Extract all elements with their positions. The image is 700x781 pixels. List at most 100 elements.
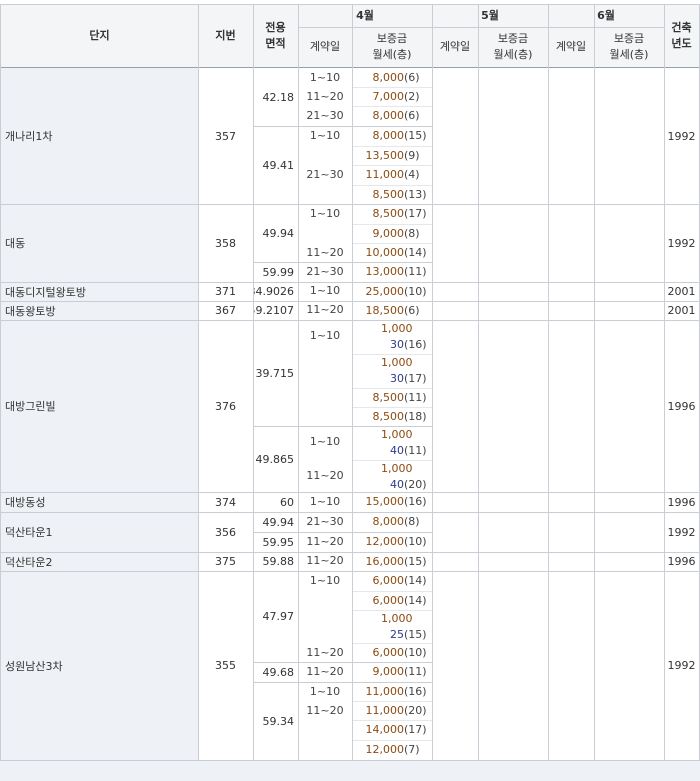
header-price-line1: 보증금 <box>613 32 645 45</box>
complex-name: 성원남산3차 <box>1 571 198 760</box>
complex-build-year: 2001 <box>667 285 696 298</box>
floor-value: (16) <box>404 495 427 508</box>
grid-line <box>352 87 432 88</box>
complex-name: 덕산타운1 <box>1 512 198 552</box>
transaction-table: 단지 지번 전용 면적 4월 5월 6월 건축 년도 계약일 보증금 월세(층)… <box>0 0 700 781</box>
grid-line <box>0 204 700 205</box>
complex-lot: 356 <box>215 525 236 539</box>
grid-line <box>253 682 432 683</box>
header-month-june: 6월 <box>548 5 664 27</box>
deposit-value: 14,000 <box>365 723 405 736</box>
price-cell: 13,500(9) <box>352 146 432 165</box>
grid-line <box>352 591 432 592</box>
floor-value: (6) <box>404 109 420 122</box>
price-cell: 1,000 40(20) <box>352 460 432 492</box>
price-cell: 9,000(11) <box>352 662 432 682</box>
contract-date: 1~10 <box>309 329 341 342</box>
deposit-value: 8,500 <box>372 391 405 404</box>
grid-line <box>352 740 432 741</box>
complex-build-year: 2001 <box>667 304 696 317</box>
complex-name: 덕산타운2 <box>1 552 198 571</box>
grid-line <box>478 4 479 760</box>
deposit-value: 6,000 <box>372 646 405 659</box>
deposit-value: 12,000 <box>365 743 405 756</box>
complex-name: 대동디지털왕토방 <box>1 282 198 301</box>
area-cell: 49.94 <box>262 515 295 529</box>
header-price-line2: 월세(층) <box>493 48 533 61</box>
complex-build-year: 1992 <box>667 659 696 672</box>
monthly-rent-value: 30 <box>390 338 404 351</box>
deposit-value: 11,000 <box>365 685 405 698</box>
deposit-value: 18,500 <box>365 304 405 317</box>
complex-lot: 375 <box>215 555 236 568</box>
floor-value: (17) <box>404 723 427 736</box>
grid-line <box>253 4 254 760</box>
area-cell: 59.99 <box>262 265 295 279</box>
deposit-value: 8,000 <box>372 109 405 122</box>
deposit-value: 1,000 <box>381 462 413 475</box>
header-date-june: 계약일 <box>548 27 594 67</box>
deposit-value: 9,000 <box>372 227 405 240</box>
grid-line <box>253 126 432 127</box>
deposit-value: 13,000 <box>365 265 405 278</box>
grid-line <box>664 4 665 760</box>
contract-date: 1~10 <box>309 207 341 220</box>
grid-line <box>352 354 432 355</box>
deposit-value: 8,000 <box>372 71 405 84</box>
price-cell: 11,000(20) <box>352 701 432 720</box>
grid-line <box>352 643 432 644</box>
grid-line <box>352 407 432 408</box>
grid-line <box>0 282 700 283</box>
complex-name: 대동왕토방 <box>1 301 198 320</box>
header-price-line1: 보증금 <box>497 32 529 45</box>
area-cell: 49.865 <box>255 452 295 466</box>
price-cell: 8,500(17) <box>352 204 432 224</box>
floor-value: (16) <box>404 338 427 351</box>
complex-build-year: 1996 <box>667 495 696 509</box>
price-cell: 11,000(16) <box>352 682 432 702</box>
price-cell: 25,000(10) <box>352 282 432 301</box>
floor-value: (4) <box>404 168 420 181</box>
deposit-value: 1,000 <box>381 428 413 441</box>
deposit-value: 1,000 <box>381 322 413 335</box>
floor-value: (20) <box>404 704 427 717</box>
deposit-value: 15,000 <box>365 495 405 508</box>
area-cell: 60 <box>280 495 294 509</box>
price-cell: 8,000(6) <box>352 106 432 126</box>
contract-date: 11~20 <box>306 646 344 659</box>
price-cell: 12,000(7) <box>352 740 432 760</box>
header-month-may: 5월 <box>432 5 548 27</box>
complex-lot: 357 <box>215 129 236 143</box>
area-cell: 49.41 <box>262 158 295 172</box>
floor-value: (18) <box>404 410 427 423</box>
area-cell: 59.34 <box>262 714 295 728</box>
price-cell: 1,000 30(17) <box>352 354 432 388</box>
contract-date: 1~10 <box>309 435 341 448</box>
contract-date: 11~20 <box>306 535 344 548</box>
area-cell: 49.94 <box>262 226 295 240</box>
floor-value: (6) <box>404 304 420 317</box>
floor-value: (9) <box>404 149 420 162</box>
contract-date: 1~10 <box>309 129 341 142</box>
grid-line <box>352 185 432 186</box>
price-cell: 13,000(11) <box>352 262 432 282</box>
header-area: 전용 면적 <box>253 5 298 67</box>
complex-build-year: 1992 <box>667 129 696 143</box>
deposit-value: 10,000 <box>365 246 405 259</box>
price-cell: 1,000 30(16) <box>352 320 432 354</box>
grid-line <box>0 301 700 302</box>
floor-value: (8) <box>404 227 420 240</box>
floor-value: (6) <box>404 71 420 84</box>
price-cell: 16,000(15) <box>352 552 432 571</box>
price-cell: 1,000 25(15) <box>352 610 432 643</box>
complex-name: 대동 <box>1 204 198 282</box>
deposit-value: 16,000 <box>365 555 405 568</box>
complex-lot: 355 <box>215 659 236 672</box>
grid-line <box>352 720 432 721</box>
price-cell: 8,500(18) <box>352 407 432 426</box>
header-month-april: 4월 <box>298 5 432 27</box>
grid-line <box>352 610 432 611</box>
grid-line <box>352 146 432 147</box>
price-cell: 10,000(14) <box>352 243 432 262</box>
price-cell: 9,000(8) <box>352 224 432 243</box>
